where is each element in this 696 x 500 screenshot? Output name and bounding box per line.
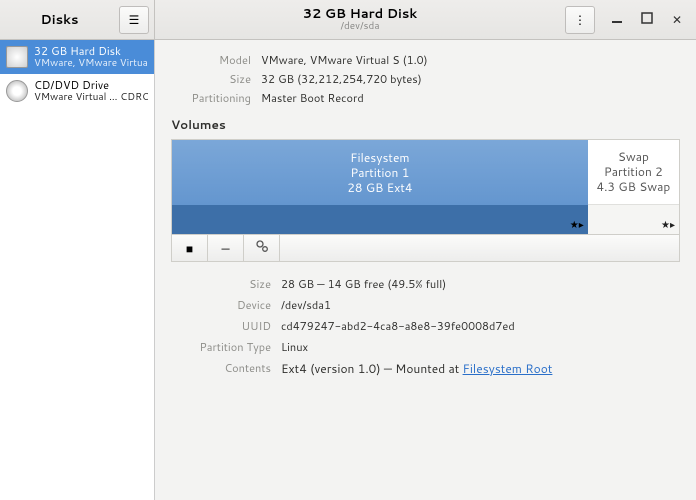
volume-size: 4.3 GB Swap (596, 179, 670, 194)
detail-ptype-value: Linux (281, 339, 680, 355)
headerbar: Disks ☰ 32 GB Hard Disk /dev/sda ⋮ ✕ (0, 0, 696, 40)
headerbar-left: Disks ☰ (0, 0, 155, 39)
delete-partition-button[interactable]: — (208, 235, 244, 261)
mount-indicator-icon: ★▸ (570, 218, 584, 232)
model-value: VMware, VMware Virtual S (1.0) (261, 52, 680, 68)
size-label: Size (171, 71, 251, 87)
detail-ptype-label: Partition Type (171, 339, 271, 355)
detail-size-label: Size (171, 276, 271, 292)
volumes-diagram: Filesystem Partition 1 28 GB Ext4 ★▸ Swa… (171, 139, 680, 235)
volume-name: Filesystem (350, 150, 409, 165)
kebab-icon: ⋮ (574, 11, 586, 28)
volume-part: Partition 1 (350, 165, 409, 180)
mount-point-link[interactable]: Filesystem Root (463, 360, 553, 377)
maximize-icon (641, 11, 653, 28)
volume-partition-2[interactable]: Swap Partition 2 4.3 GB Swap ★▸ (588, 140, 679, 234)
content: Model VMware, VMware Virtual S (1.0) Siz… (155, 40, 696, 500)
disk-item-sub: VMware Virtual ... CDROM Drive (34, 92, 148, 104)
detail-device-value: /dev/sda1 (281, 297, 680, 313)
partitioning-label: Partitioning (171, 90, 251, 106)
partitioning-value: Master Boot Record (261, 90, 680, 106)
volumes-heading: Volumes (171, 116, 680, 133)
close-button[interactable]: ✕ (664, 8, 690, 32)
sidebar: 32 GB Hard Disk VMware, VMware Virtual S… (0, 40, 155, 500)
maximize-button[interactable] (634, 8, 660, 32)
disk-item-sub: VMware, VMware Virtual S (34, 58, 148, 70)
unmount-button[interactable]: ■ (172, 235, 208, 261)
app-menu-button[interactable]: ☰ (119, 6, 149, 34)
detail-uuid-label: UUID (171, 318, 271, 334)
volume-partition-1[interactable]: Filesystem Partition 1 28 GB Ext4 ★▸ (172, 140, 588, 234)
disk-list-item-cd[interactable]: CD/DVD Drive VMware Virtual ... CDROM Dr… (0, 74, 154, 108)
cd-icon (6, 80, 28, 102)
drive-options-button[interactable]: ⋮ (565, 6, 595, 34)
model-label: Model (171, 52, 251, 68)
app-title: Disks (0, 11, 119, 29)
disk-list-item-hdd[interactable]: 32 GB Hard Disk VMware, VMware Virtual S (0, 40, 154, 74)
detail-device-label: Device (171, 297, 271, 313)
volume-name: Swap (618, 149, 649, 164)
disk-subtitle: /dev/sda (155, 21, 565, 32)
size-value: 32 GB (32,212,254,720 bytes) (261, 71, 680, 87)
volume-toolbar: ■ — (171, 235, 680, 262)
volume-part: Partition 2 (604, 164, 663, 179)
volume-settings-button[interactable] (244, 235, 280, 261)
hamburger-icon: ☰ (129, 11, 140, 28)
volume-size: 28 GB Ext4 (347, 180, 412, 195)
headerbar-right: 32 GB Hard Disk /dev/sda ⋮ ✕ (155, 0, 696, 39)
minus-icon: — (221, 240, 229, 257)
window-controls: ⋮ ✕ (565, 1, 696, 39)
drive-info: Model VMware, VMware Virtual S (1.0) Siz… (171, 52, 680, 106)
detail-contents-label: Contents (171, 360, 271, 377)
detail-contents-value: Ext4 (version 1.0) — Mounted at Filesyst… (281, 360, 680, 377)
minimize-button[interactable] (604, 8, 630, 32)
detail-uuid-value: cd479247-abd2-4ca8-a8e8-39fe0008d7ed (281, 318, 680, 334)
minimize-icon (611, 11, 623, 28)
close-icon: ✕ (672, 11, 682, 28)
disk-title-block: 32 GB Hard Disk /dev/sda (155, 7, 565, 32)
volume-details: Size 28 GB — 14 GB free (49.5% full) Dev… (171, 276, 680, 377)
detail-size-value: 28 GB — 14 GB free (49.5% full) (281, 276, 680, 292)
stop-icon: ■ (186, 240, 193, 257)
gears-icon (255, 239, 269, 257)
mount-indicator-icon: ★▸ (661, 218, 675, 232)
hdd-icon (6, 46, 28, 68)
main: 32 GB Hard Disk VMware, VMware Virtual S… (0, 40, 696, 500)
